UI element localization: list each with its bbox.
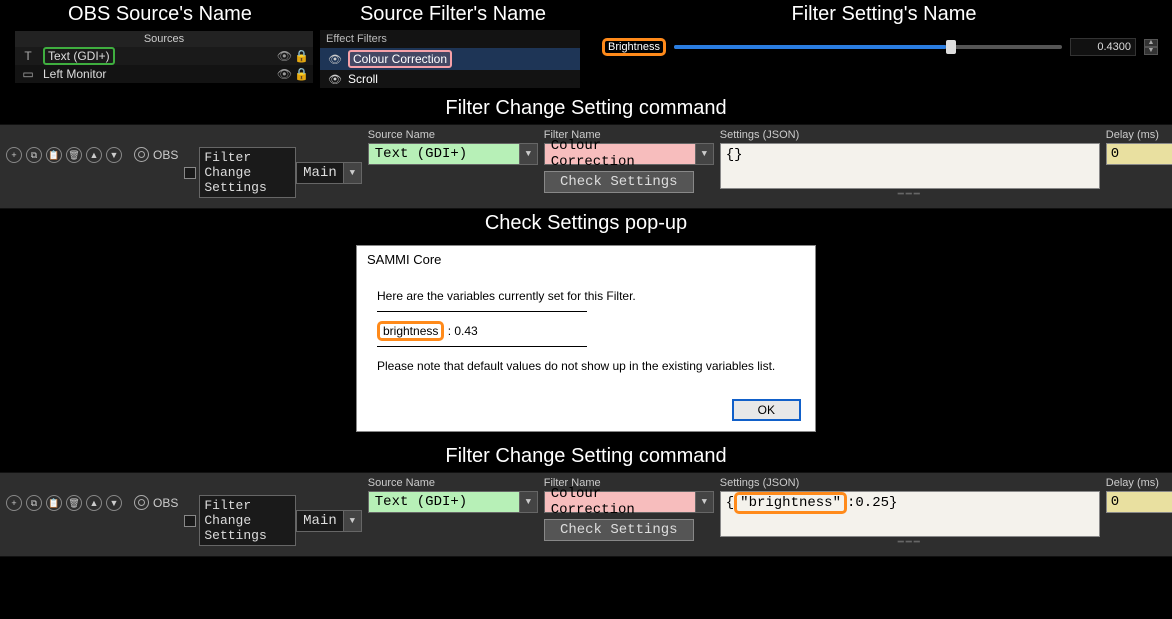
chevron-down-icon: ▼ bbox=[519, 144, 537, 164]
filter-name-label: Scroll bbox=[348, 72, 378, 86]
filter-row-colour-correction[interactable]: 👁 Colour Correction bbox=[320, 48, 580, 70]
obs-label: OBS bbox=[153, 496, 178, 510]
move-up-icon[interactable]: ▲ bbox=[86, 495, 102, 511]
popup-variable-line: brightness : 0.43 bbox=[377, 324, 795, 338]
json-key-highlight: "brightness" bbox=[734, 492, 847, 514]
resize-grip-icon[interactable]: ━━━ bbox=[720, 537, 1100, 548]
check-settings-popup: SAMMI Core Here are the variables curren… bbox=[356, 245, 816, 432]
chevron-down-icon: ▼ bbox=[343, 511, 361, 531]
brightness-slider[interactable] bbox=[674, 45, 1062, 49]
sammi-command-bar-1: + ⧉ 📋 🗑 ▲ ▼ OBS Filter Change Settings M… bbox=[0, 124, 1172, 209]
visibility-icon[interactable]: 👁 bbox=[277, 67, 292, 81]
effect-filters-panel: Effect Filters 👁 Colour Correction 👁 Scr… bbox=[320, 30, 580, 88]
copy-icon[interactable]: ⧉ bbox=[26, 147, 42, 163]
lock-icon[interactable]: 🔒 bbox=[294, 49, 309, 63]
filter-row-scroll[interactable]: 👁 Scroll bbox=[320, 70, 580, 88]
label-delay: Delay (ms) bbox=[1106, 129, 1172, 141]
heading-filter-setting: Filter Setting's Name bbox=[596, 0, 1172, 30]
delay-input[interactable]: 0 bbox=[1106, 143, 1172, 165]
chevron-down-icon: ▼ bbox=[343, 163, 361, 183]
variable-key: brightness bbox=[377, 321, 444, 341]
resize-grip-icon[interactable]: ━━━ bbox=[720, 189, 1100, 200]
toolbar-icons: + ⧉ 📋 🗑 ▲ ▼ bbox=[6, 129, 122, 163]
obs-logo-icon bbox=[134, 147, 149, 162]
visibility-icon[interactable]: 👁 bbox=[328, 53, 342, 66]
delay-input[interactable]: 0 bbox=[1106, 491, 1172, 513]
brightness-spinner[interactable]: ▲▼ bbox=[1144, 39, 1158, 55]
visibility-icon[interactable]: 👁 bbox=[328, 73, 342, 86]
popup-intro-text: Here are the variables currently set for… bbox=[377, 289, 795, 303]
chevron-down-icon: ▼ bbox=[519, 492, 537, 512]
paste-icon[interactable]: 📋 bbox=[46, 495, 62, 511]
check-settings-button[interactable]: Check Settings bbox=[544, 171, 694, 193]
label-source-name: Source Name bbox=[368, 477, 538, 489]
filter-name-dropdown[interactable]: Colour Correction▼ bbox=[544, 143, 714, 165]
chevron-down-icon: ▼ bbox=[695, 144, 713, 164]
delete-icon[interactable]: 🗑 bbox=[66, 147, 82, 163]
obs-sources-panel: Sources T Text (GDI+) 👁 🔒 ▭ Left Monitor… bbox=[14, 30, 314, 84]
label-delay: Delay (ms) bbox=[1106, 477, 1172, 489]
source-name-label: Left Monitor bbox=[41, 66, 273, 82]
move-down-icon[interactable]: ▼ bbox=[106, 147, 122, 163]
settings-json-input[interactable]: {} bbox=[720, 143, 1100, 189]
sammi-command-bar-2: + ⧉ 📋 🗑 ▲ ▼ OBS Filter Change Settings M… bbox=[0, 472, 1172, 557]
filter-name-dropdown[interactable]: Colour Correction▼ bbox=[544, 491, 714, 513]
effect-filters-header: Effect Filters bbox=[320, 30, 580, 48]
source-row-text-gdi[interactable]: T Text (GDI+) 👁 🔒 bbox=[15, 47, 313, 65]
label-settings-json: Settings (JSON) bbox=[720, 477, 1100, 489]
setting-label-brightness: Brightness bbox=[602, 38, 666, 56]
brightness-setting-row: Brightness 0.4300 ▲▼ bbox=[596, 30, 1172, 56]
delete-icon[interactable]: 🗑 bbox=[66, 495, 82, 511]
obs-label: OBS bbox=[153, 148, 178, 162]
obs-logo-icon bbox=[134, 495, 149, 510]
command-name-field[interactable]: Filter Change Settings bbox=[199, 495, 296, 546]
popup-title: SAMMI Core bbox=[357, 246, 815, 277]
command-enable-checkbox[interactable] bbox=[184, 515, 196, 527]
heading-filter-change-cmd-1: Filter Change Setting command bbox=[0, 94, 1172, 124]
obs-instance-dropdown[interactable]: Main▼ bbox=[296, 162, 362, 184]
command-enable-checkbox[interactable] bbox=[184, 167, 196, 179]
chevron-down-icon: ▼ bbox=[695, 492, 713, 512]
source-name-label: Text (GDI+) bbox=[43, 47, 115, 65]
source-name-dropdown[interactable]: Text (GDI+)▼ bbox=[368, 143, 538, 165]
monitor-source-icon: ▭ bbox=[19, 67, 37, 81]
check-settings-button[interactable]: Check Settings bbox=[544, 519, 694, 541]
move-down-icon[interactable]: ▼ bbox=[106, 495, 122, 511]
copy-icon[interactable]: ⧉ bbox=[26, 495, 42, 511]
obs-instance-dropdown[interactable]: Main▼ bbox=[296, 510, 362, 532]
text-source-icon: T bbox=[19, 49, 37, 63]
variable-value: : 0.43 bbox=[444, 324, 477, 338]
visibility-icon[interactable]: 👁 bbox=[277, 49, 292, 63]
command-name-field[interactable]: Filter Change Settings bbox=[199, 147, 296, 198]
source-row-left-monitor[interactable]: ▭ Left Monitor 👁 🔒 bbox=[15, 65, 313, 83]
heading-filter-change-cmd-2: Filter Change Setting command bbox=[0, 442, 1172, 472]
popup-note-text: Please note that default values do not s… bbox=[377, 359, 795, 373]
toolbar-icons: + ⧉ 📋 🗑 ▲ ▼ bbox=[6, 477, 122, 511]
label-source-name: Source Name bbox=[368, 129, 538, 141]
ok-button[interactable]: OK bbox=[732, 399, 801, 421]
lock-icon[interactable]: 🔒 bbox=[294, 67, 309, 81]
brightness-value-input[interactable]: 0.4300 bbox=[1070, 38, 1136, 56]
move-up-icon[interactable]: ▲ bbox=[86, 147, 102, 163]
add-icon[interactable]: + bbox=[6, 147, 22, 163]
settings-json-input[interactable]: {"brightness":0.25} bbox=[720, 491, 1100, 537]
label-settings-json: Settings (JSON) bbox=[720, 129, 1100, 141]
heading-source-filter: Source Filter's Name bbox=[320, 0, 586, 30]
heading-check-settings-popup: Check Settings pop-up bbox=[0, 209, 1172, 239]
sources-header: Sources bbox=[15, 31, 313, 47]
paste-icon[interactable]: 📋 bbox=[46, 147, 62, 163]
heading-obs-source: OBS Source's Name bbox=[0, 0, 320, 30]
filter-name-label: Colour Correction bbox=[348, 50, 452, 68]
add-icon[interactable]: + bbox=[6, 495, 22, 511]
source-name-dropdown[interactable]: Text (GDI+)▼ bbox=[368, 491, 538, 513]
